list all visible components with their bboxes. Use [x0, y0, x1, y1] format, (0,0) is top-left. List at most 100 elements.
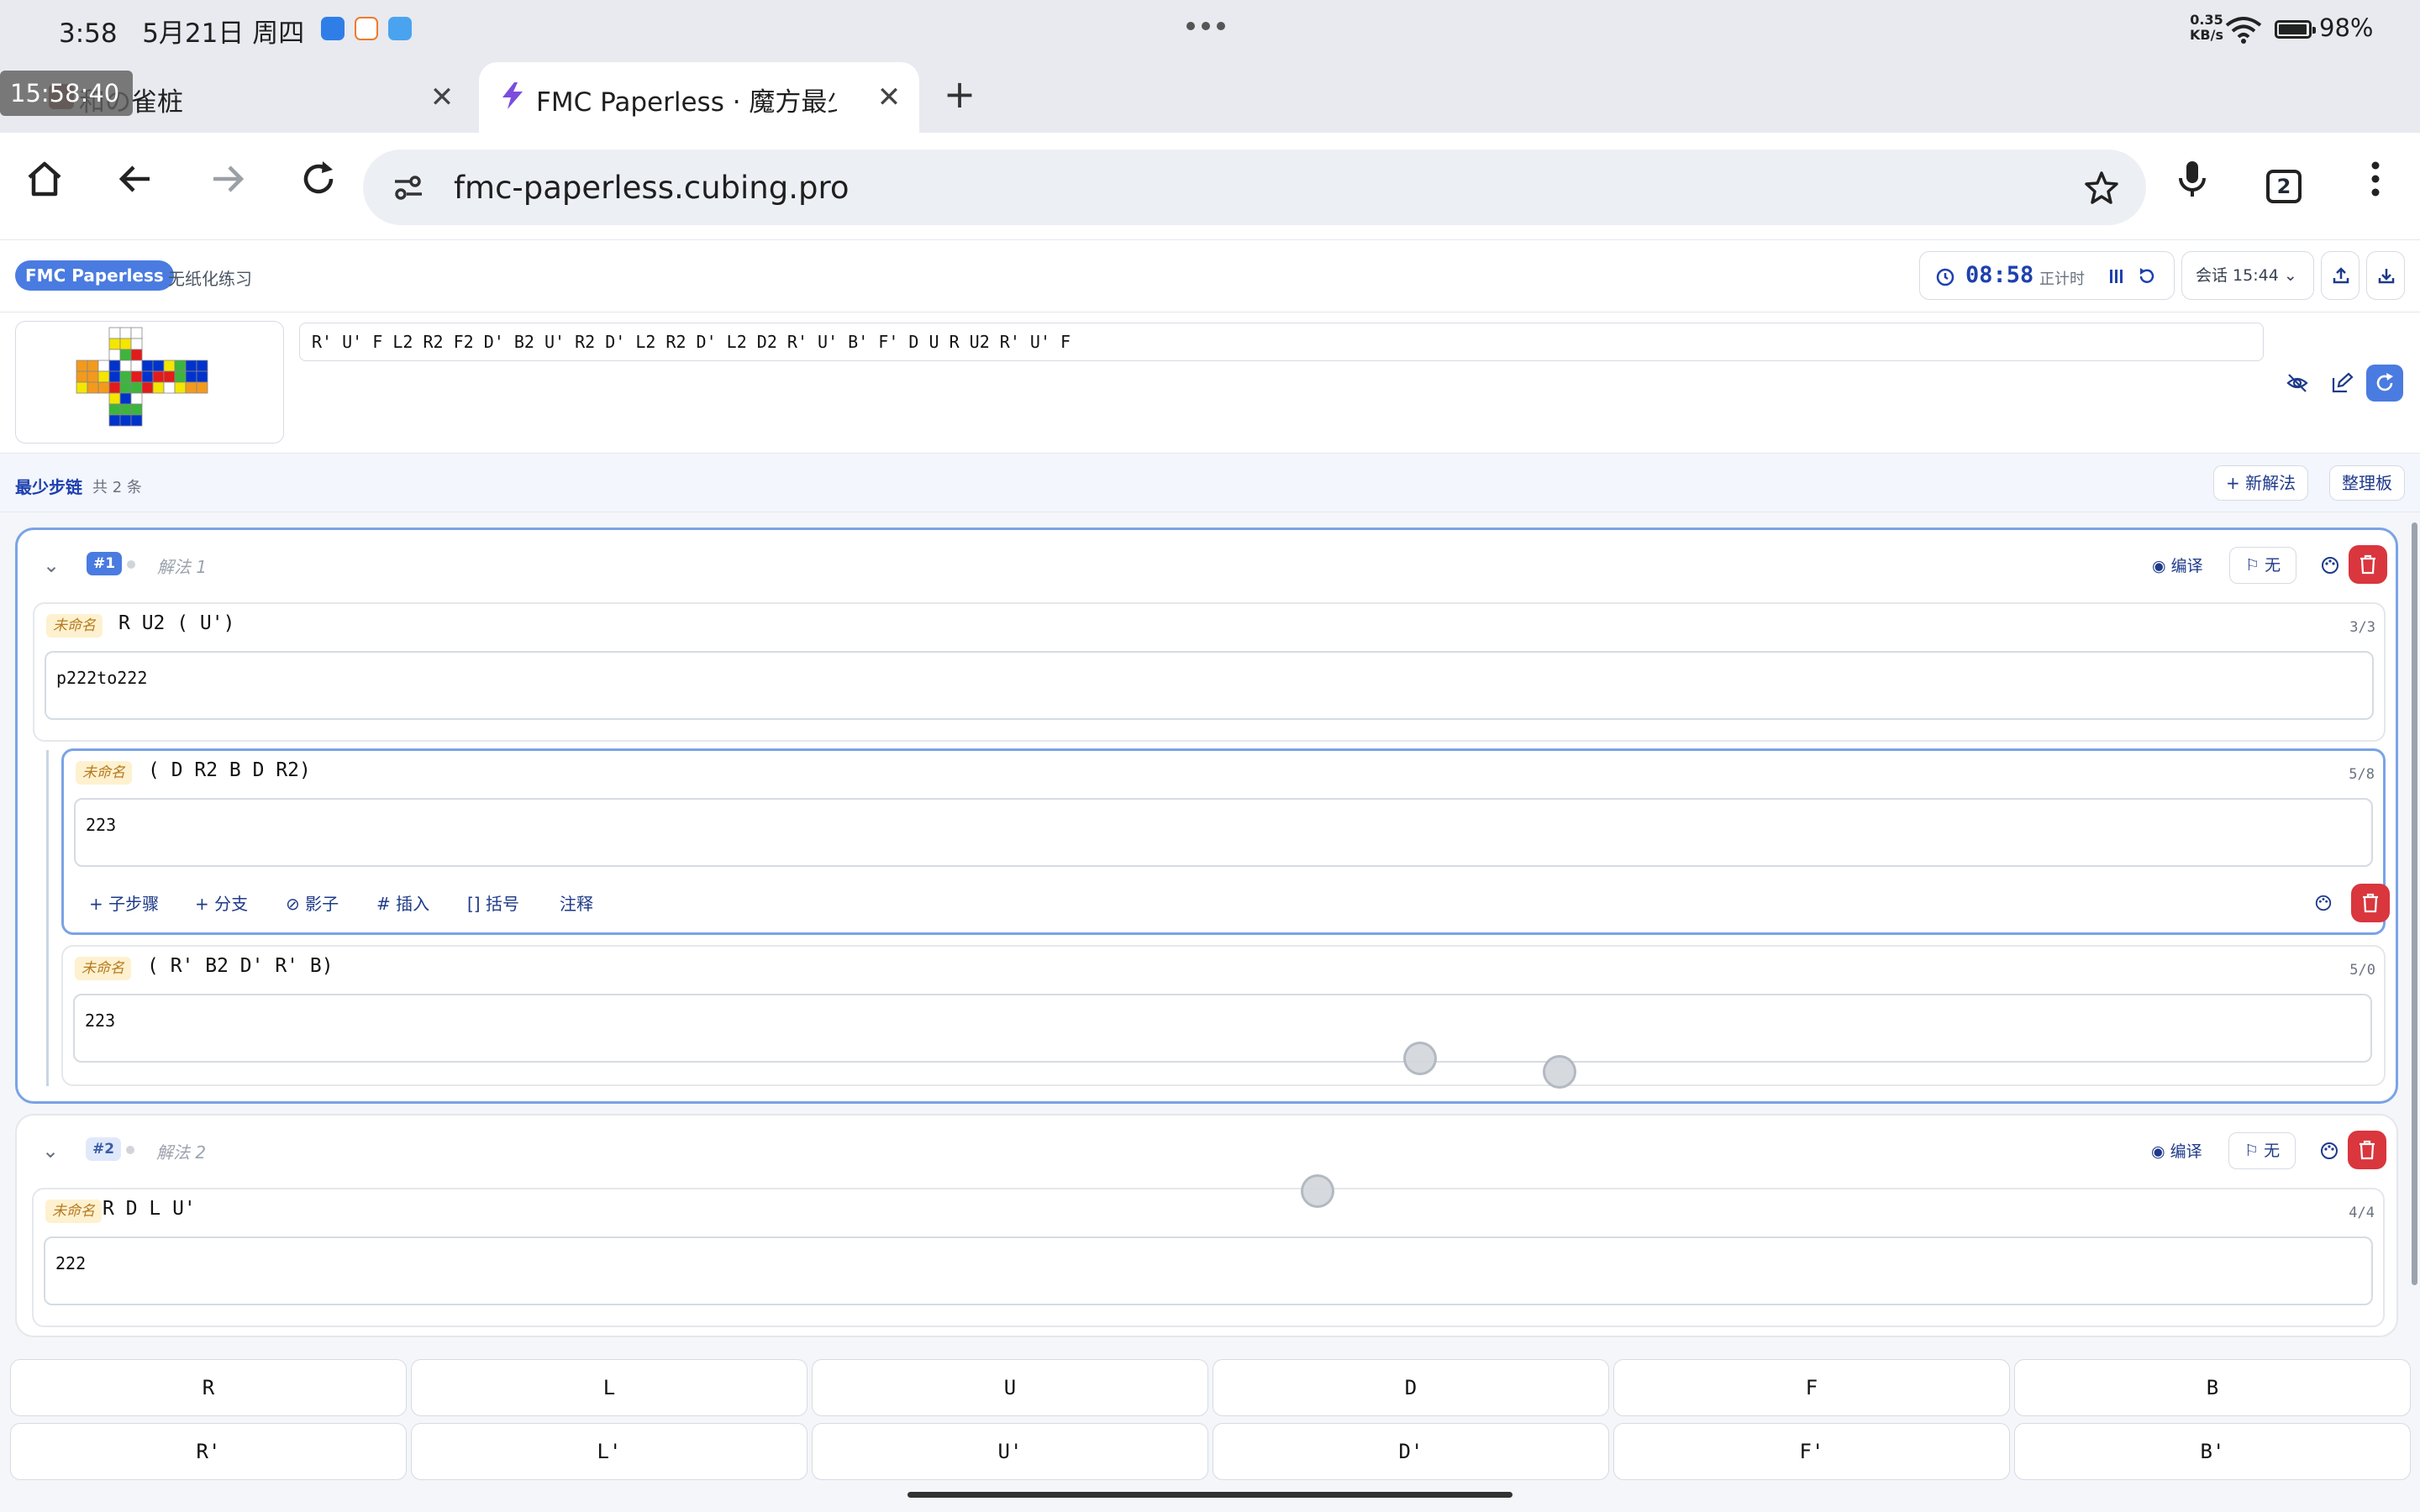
cube-sticker-L-3 — [76, 370, 88, 383]
step-moves[interactable]: R D L U' — [103, 1198, 196, 1220]
palette-icon[interactable] — [2319, 1141, 2339, 1161]
step-name-tag[interactable]: 未命名 — [46, 614, 103, 638]
step-note-field[interactable]: p222to222 — [45, 651, 2374, 720]
delete-solution-button[interactable] — [2349, 545, 2387, 584]
new-tab-button[interactable]: + — [939, 75, 980, 116]
reset-icon[interactable] — [2137, 266, 2157, 286]
brand-badge[interactable]: FMC Paperless — [15, 260, 174, 291]
solutions-list: ⌄ #1 解法 1 ◉ 编译 ⚐ 无 未命名 R U2 ( U') 3/3 p2… — [0, 512, 2420, 1352]
key-U[interactable]: U — [812, 1359, 1208, 1416]
microphone-icon[interactable] — [2170, 156, 2215, 202]
tab-close-icon[interactable]: ✕ — [872, 81, 906, 114]
palette-icon[interactable] — [2314, 894, 2333, 912]
delete-solution-button[interactable] — [2348, 1131, 2386, 1169]
solution-card: ⌄ #1 解法 1 ◉ 编译 ⚐ 无 未命名 R U2 ( U') 3/3 p2… — [15, 528, 2398, 1104]
key-L[interactable]: L — [411, 1359, 808, 1416]
step-name-tag[interactable]: 未命名 — [45, 1200, 102, 1223]
timer-widget: 08:58 正计时 — [1919, 251, 2175, 300]
bookmark-star-icon[interactable] — [2084, 170, 2119, 205]
solution-number-badge: #1 — [87, 552, 123, 575]
battery-percent: 98% — [2319, 13, 2374, 42]
new-scramble-button[interactable] — [2366, 365, 2403, 402]
site-settings-icon[interactable] — [392, 173, 425, 202]
more-menu-icon[interactable] — [2353, 156, 2398, 202]
back-arrow-icon[interactable] — [113, 156, 158, 202]
cube-sticker-F-0 — [108, 360, 121, 372]
address-bar[interactable]: fmc-paperless.cubing.pro — [363, 150, 2146, 225]
flag-button[interactable]: ⚐ 无 — [2228, 1132, 2296, 1169]
delete-step-button[interactable] — [2351, 884, 2390, 922]
key-B[interactable]: B — [2014, 1359, 2411, 1416]
step-moves[interactable]: ( D R2 B D R2) — [148, 759, 311, 781]
key-F[interactable]: F — [1613, 1359, 2010, 1416]
step-note-field[interactable]: 223 — [74, 798, 2373, 867]
organize-board-button[interactable]: 整理板 — [2329, 465, 2405, 501]
add-branch-button[interactable]: + 分支 — [195, 890, 248, 915]
translate-button[interactable]: ◉ 编译 — [2152, 554, 2203, 576]
flag-button[interactable]: ⚐ 无 — [2229, 547, 2296, 584]
cube-sticker-U-1 — [119, 327, 132, 339]
cube-sticker-U-0 — [108, 327, 121, 339]
pause-icon[interactable] — [2107, 267, 2125, 286]
tab-switcher-button[interactable]: 2 — [2266, 170, 2302, 203]
key-L-prime[interactable]: L' — [411, 1423, 808, 1480]
key-R[interactable]: R — [10, 1359, 407, 1416]
palette-icon[interactable] — [2320, 555, 2340, 575]
new-solution-button[interactable]: + 新解法 — [2213, 465, 2309, 501]
shadow-button[interactable]: ⊘ 影子 — [286, 890, 339, 915]
solution-card: ⌄ #2 解法 2 ◉ 编译 ⚐ 无 未命名 R D L U' 4/4 222 — [15, 1114, 2398, 1337]
comment-button[interactable]: 注释 — [560, 890, 593, 915]
download-icon — [2378, 269, 2395, 284]
key-F-prime[interactable]: F' — [1613, 1423, 2010, 1480]
scramble-text[interactable]: R' U' F L2 R2 F2 D' B2 U' R2 D' L2 R2 D'… — [299, 323, 2264, 361]
key-U-prime[interactable]: U' — [812, 1423, 1208, 1480]
cube-sticker-U-3 — [108, 338, 121, 350]
key-B-prime[interactable]: B' — [2014, 1423, 2411, 1480]
forward-arrow-icon[interactable] — [205, 156, 250, 202]
add-substep-button[interactable]: + 子步骤 — [89, 890, 159, 915]
cube-sticker-D-2 — [130, 392, 143, 405]
home-icon[interactable] — [22, 156, 67, 202]
collapse-chevron-icon[interactable]: ⌄ — [42, 1139, 59, 1163]
solution-name[interactable]: 解法 2 — [156, 1139, 206, 1163]
tab-close-icon[interactable]: ✕ — [425, 81, 459, 114]
cube-sticker-R-5 — [163, 370, 176, 383]
step-name-tag[interactable]: 未命名 — [76, 761, 132, 785]
download-button[interactable] — [2366, 251, 2405, 300]
insert-button[interactable]: # 插入 — [376, 890, 429, 915]
trash-icon — [2360, 1140, 2375, 1160]
step-note-field[interactable]: 222 — [44, 1236, 2373, 1305]
cube-sticker-D-5 — [130, 403, 143, 416]
collapse-chevron-icon[interactable]: ⌄ — [43, 554, 60, 577]
cube-sticker-F-4 — [119, 370, 132, 383]
hide-scramble-button[interactable] — [2279, 365, 2316, 402]
key-R-prime[interactable]: R' — [10, 1423, 407, 1480]
touch-indicator — [1403, 1042, 1437, 1075]
cube-sticker-R-0 — [141, 360, 154, 372]
step-moves[interactable]: ( R' B2 D' R' B) — [147, 955, 334, 977]
step-block: 未命名 R D L U' 4/4 222 — [32, 1188, 2385, 1327]
solution-header: ⌄ #1 解法 1 ◉ 编译 ⚐ 无 — [18, 530, 2396, 602]
translate-button[interactable]: ◉ 编译 — [2151, 1139, 2202, 1162]
cube-net-preview — [15, 321, 284, 444]
cube-sticker-R-1 — [152, 360, 165, 372]
step-name-tag[interactable]: 未命名 — [75, 957, 131, 980]
multitask-dots-icon[interactable] — [1186, 22, 1225, 30]
key-D[interactable]: D — [1213, 1359, 1609, 1416]
upload-button[interactable] — [2321, 251, 2360, 300]
cube-sticker-F-1 — [119, 360, 132, 372]
move-keypad: R L U D F B R' L' U' D' F' B' — [0, 1352, 2420, 1512]
eye-icon: ◉ — [2152, 557, 2166, 575]
step-moves[interactable]: R U2 ( U') — [118, 612, 234, 634]
page-scrollbar[interactable] — [2412, 522, 2417, 1285]
cube-sticker-L-7 — [87, 381, 99, 394]
session-dropdown[interactable]: 会话 15:44 ⌄ — [2181, 251, 2314, 300]
key-D-prime[interactable]: D' — [1213, 1423, 1609, 1480]
browser-tab-fmc[interactable]: FMC Paperless · 魔方最少步 ✕ — [479, 62, 919, 133]
edit-scramble-button[interactable] — [2323, 365, 2360, 402]
step-note-field[interactable]: 223 — [73, 994, 2372, 1063]
solution-name[interactable]: 解法 1 — [157, 554, 207, 578]
home-indicator[interactable] — [908, 1492, 1512, 1498]
bracket-button[interactable]: [] 括号 — [467, 890, 519, 915]
reload-icon[interactable] — [296, 156, 341, 202]
